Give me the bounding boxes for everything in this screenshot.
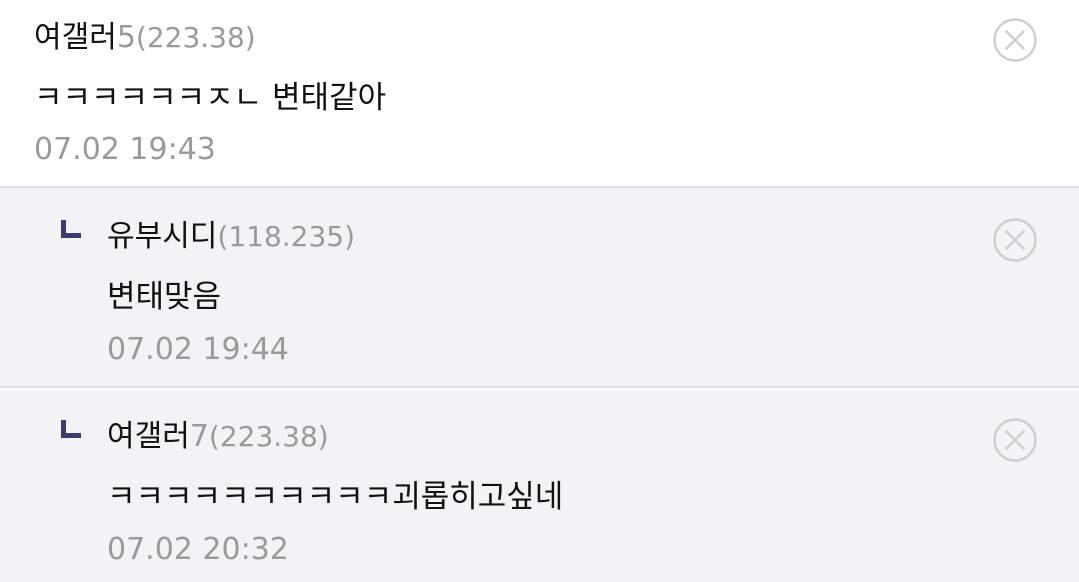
reply-corner-icon xyxy=(61,220,81,238)
close-circle-icon xyxy=(993,418,1037,462)
comment-timestamp: 07.02 19:43 xyxy=(34,132,216,167)
comment-author-name[interactable]: 여갤러 xyxy=(34,20,117,55)
delete-comment-button[interactable] xyxy=(992,417,1038,463)
comment-author-line: 여갤러5(223.38) xyxy=(34,18,256,58)
comment-author-name[interactable]: 여갤러 xyxy=(107,419,190,454)
comment-list: 여갤러5(223.38) ㅋㅋㅋㅋㅋㅋㅈㄴ 변태같아 07.02 19:43 유… xyxy=(0,0,1079,582)
reply-item: 여갤러7(223.38) ㅋㅋㅋㅋㅋㅋㅋㅋㅋㅋ괴롭히고싶네 07.02 20:3… xyxy=(0,390,1079,582)
comment-author-name[interactable]: 유부시디 xyxy=(107,219,217,254)
comment-author-suffix: 7 xyxy=(189,419,209,454)
close-circle-icon xyxy=(993,18,1037,62)
comment-author-line: 유부시디(118.235) xyxy=(107,217,355,257)
delete-comment-button[interactable] xyxy=(992,217,1038,263)
delete-comment-button[interactable] xyxy=(992,17,1038,63)
comment-text: ㅋㅋㅋㅋㅋㅋㅋㅋㅋㅋ괴롭히고싶네 xyxy=(107,479,564,515)
reply-item: 유부시디(118.235) 변태맞음 07.02 19:44 xyxy=(0,188,1079,388)
comment-item: 여갤러5(223.38) ㅋㅋㅋㅋㅋㅋㅈㄴ 변태같아 07.02 19:43 xyxy=(0,0,1079,188)
comment-timestamp: 07.02 19:44 xyxy=(107,332,289,367)
comment-text: ㅋㅋㅋㅋㅋㅋㅈㄴ 변태같아 xyxy=(34,80,387,116)
comment-author-ip: (223.38) xyxy=(135,21,256,54)
comment-author-ip: (118.235) xyxy=(217,220,356,253)
close-circle-icon xyxy=(993,218,1037,262)
reply-corner-icon xyxy=(61,420,81,438)
comment-author-ip: (223.38) xyxy=(208,420,329,453)
comment-author-line: 여갤러7(223.38) xyxy=(107,417,329,457)
comment-author-suffix: 5 xyxy=(116,20,136,55)
comment-text: 변태맞음 xyxy=(107,279,222,315)
comment-timestamp: 07.02 20:32 xyxy=(107,532,289,567)
